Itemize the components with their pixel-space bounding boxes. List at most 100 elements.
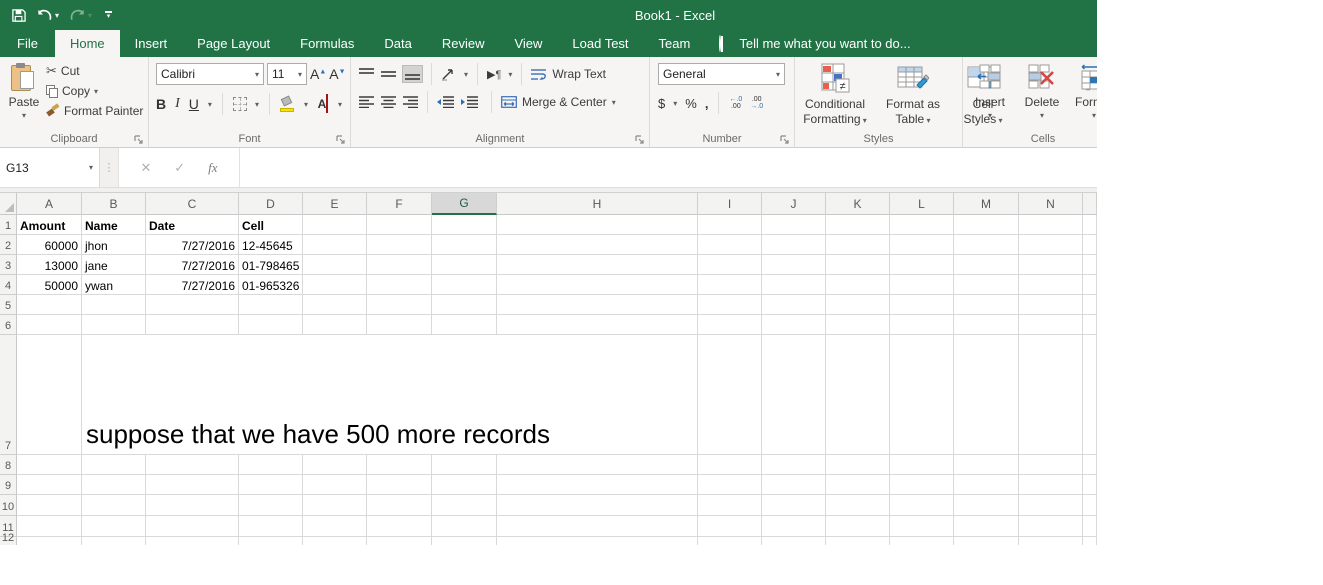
cell-J11[interactable] — [762, 516, 826, 537]
borders-dropdown-icon[interactable]: ▾ — [255, 100, 259, 109]
cell-E12[interactable] — [303, 537, 367, 545]
cell-L7[interactable] — [890, 335, 954, 455]
cell-M7[interactable] — [954, 335, 1019, 455]
cell-B10[interactable] — [82, 495, 146, 516]
cell-I6[interactable] — [698, 315, 762, 335]
column-header-K[interactable]: K — [826, 193, 890, 215]
cell-partial-7[interactable] — [1083, 335, 1097, 455]
cell-J10[interactable] — [762, 495, 826, 516]
number-dialog-launcher-icon[interactable] — [780, 135, 790, 145]
cell-K4[interactable] — [826, 275, 890, 295]
cell-N8[interactable] — [1019, 455, 1083, 475]
number-format-dropdown-icon[interactable]: ▾ — [776, 70, 780, 79]
cell-A3[interactable]: 13000 — [17, 255, 82, 275]
formula-input[interactable] — [240, 148, 1097, 187]
cell-I2[interactable] — [698, 235, 762, 255]
conditional-formatting-dropdown-icon[interactable]: ▾ — [861, 116, 867, 125]
select-all-corner[interactable] — [0, 193, 17, 215]
cell-I9[interactable] — [698, 475, 762, 495]
cell-K9[interactable] — [826, 475, 890, 495]
row-header-3[interactable]: 3 — [0, 255, 17, 275]
cell-B11[interactable] — [82, 516, 146, 537]
cell-H9[interactable] — [497, 475, 698, 495]
cell-N6[interactable] — [1019, 315, 1083, 335]
tab-insert[interactable]: Insert — [120, 30, 183, 57]
increase-font-size-button[interactable]: A▲ — [310, 66, 326, 82]
cell-L4[interactable] — [890, 275, 954, 295]
cell-E2[interactable] — [303, 235, 367, 255]
column-header-J[interactable]: J — [762, 193, 826, 215]
cell-B9[interactable] — [82, 475, 146, 495]
align-left-button[interactable] — [359, 96, 374, 108]
cell-F4[interactable] — [367, 275, 432, 295]
borders-button[interactable] — [232, 97, 247, 111]
copy-button[interactable]: Copy ▾ — [46, 81, 143, 101]
cell-partial-3[interactable] — [1083, 255, 1097, 275]
cell-K12[interactable] — [826, 537, 890, 545]
currency-dropdown-icon[interactable]: ▾ — [673, 99, 677, 108]
cell-D12[interactable] — [239, 537, 303, 545]
format-cells-button[interactable]: Format ▾ — [1073, 61, 1097, 120]
cell-F9[interactable] — [367, 475, 432, 495]
undo-button[interactable]: ▾ — [33, 6, 62, 24]
cell-M6[interactable] — [954, 315, 1019, 335]
cell-L8[interactable] — [890, 455, 954, 475]
cell-E1[interactable] — [303, 215, 367, 235]
cell-E5[interactable] — [303, 295, 367, 315]
cell-L3[interactable] — [890, 255, 954, 275]
cell-E10[interactable] — [303, 495, 367, 516]
cell-G3[interactable] — [432, 255, 497, 275]
row-header-12[interactable]: 12 — [0, 532, 17, 545]
cell-L11[interactable] — [890, 516, 954, 537]
cell-H3[interactable] — [497, 255, 698, 275]
cell-D4[interactable]: 01-965326 — [239, 275, 303, 295]
cell-A12[interactable] — [17, 537, 82, 545]
merge-center-button[interactable]: Merge & Center ▾ — [501, 95, 616, 109]
bold-button[interactable]: B — [156, 96, 166, 112]
cell-J12[interactable] — [762, 537, 826, 545]
cell-M3[interactable] — [954, 255, 1019, 275]
increase-indent-button[interactable] — [461, 96, 478, 108]
cell-H12[interactable] — [497, 537, 698, 545]
font-size-dropdown-icon[interactable]: ▾ — [298, 70, 302, 79]
cell-H11[interactable] — [497, 516, 698, 537]
tab-page-layout[interactable]: Page Layout — [182, 30, 285, 57]
cell-partial-10[interactable] — [1083, 495, 1097, 516]
cell-B4[interactable]: ywan — [82, 275, 146, 295]
cell-N4[interactable] — [1019, 275, 1083, 295]
row-header-1[interactable]: 1 — [0, 215, 17, 235]
cell-A7[interactable] — [17, 335, 82, 455]
copy-dropdown-icon[interactable]: ▾ — [94, 87, 98, 96]
row-header-10[interactable]: 10 — [0, 495, 17, 516]
cell-L5[interactable] — [890, 295, 954, 315]
cell-D10[interactable] — [239, 495, 303, 516]
cell-partial-6[interactable] — [1083, 315, 1097, 335]
cell-partial-2[interactable] — [1083, 235, 1097, 255]
column-header-E[interactable]: E — [303, 193, 367, 215]
cell-B12[interactable] — [82, 537, 146, 545]
name-box[interactable]: G13 ▾ — [0, 148, 100, 187]
tab-load-test[interactable]: Load Test — [557, 30, 643, 57]
cell-K2[interactable] — [826, 235, 890, 255]
cell-G9[interactable] — [432, 475, 497, 495]
cell-I10[interactable] — [698, 495, 762, 516]
cell-I1[interactable] — [698, 215, 762, 235]
cell-H5[interactable] — [497, 295, 698, 315]
underline-dropdown-icon[interactable]: ▾ — [208, 100, 212, 109]
cell-N11[interactable] — [1019, 516, 1083, 537]
cell-L9[interactable] — [890, 475, 954, 495]
cell-M5[interactable] — [954, 295, 1019, 315]
orientation-button[interactable] — [441, 68, 457, 81]
name-box-dropdown-icon[interactable]: ▾ — [89, 163, 93, 172]
cell-E4[interactable] — [303, 275, 367, 295]
font-dialog-launcher-icon[interactable] — [336, 135, 346, 145]
cell-F12[interactable] — [367, 537, 432, 545]
cell-I5[interactable] — [698, 295, 762, 315]
font-size-combo[interactable]: 11 ▾ — [267, 63, 307, 85]
cell-J6[interactable] — [762, 315, 826, 335]
cell-J1[interactable] — [762, 215, 826, 235]
formula-bar-drag-handle[interactable]: ⋮ — [100, 148, 118, 187]
cell-B5[interactable] — [82, 295, 146, 315]
save-icon[interactable] — [8, 6, 29, 25]
cell-M11[interactable] — [954, 516, 1019, 537]
